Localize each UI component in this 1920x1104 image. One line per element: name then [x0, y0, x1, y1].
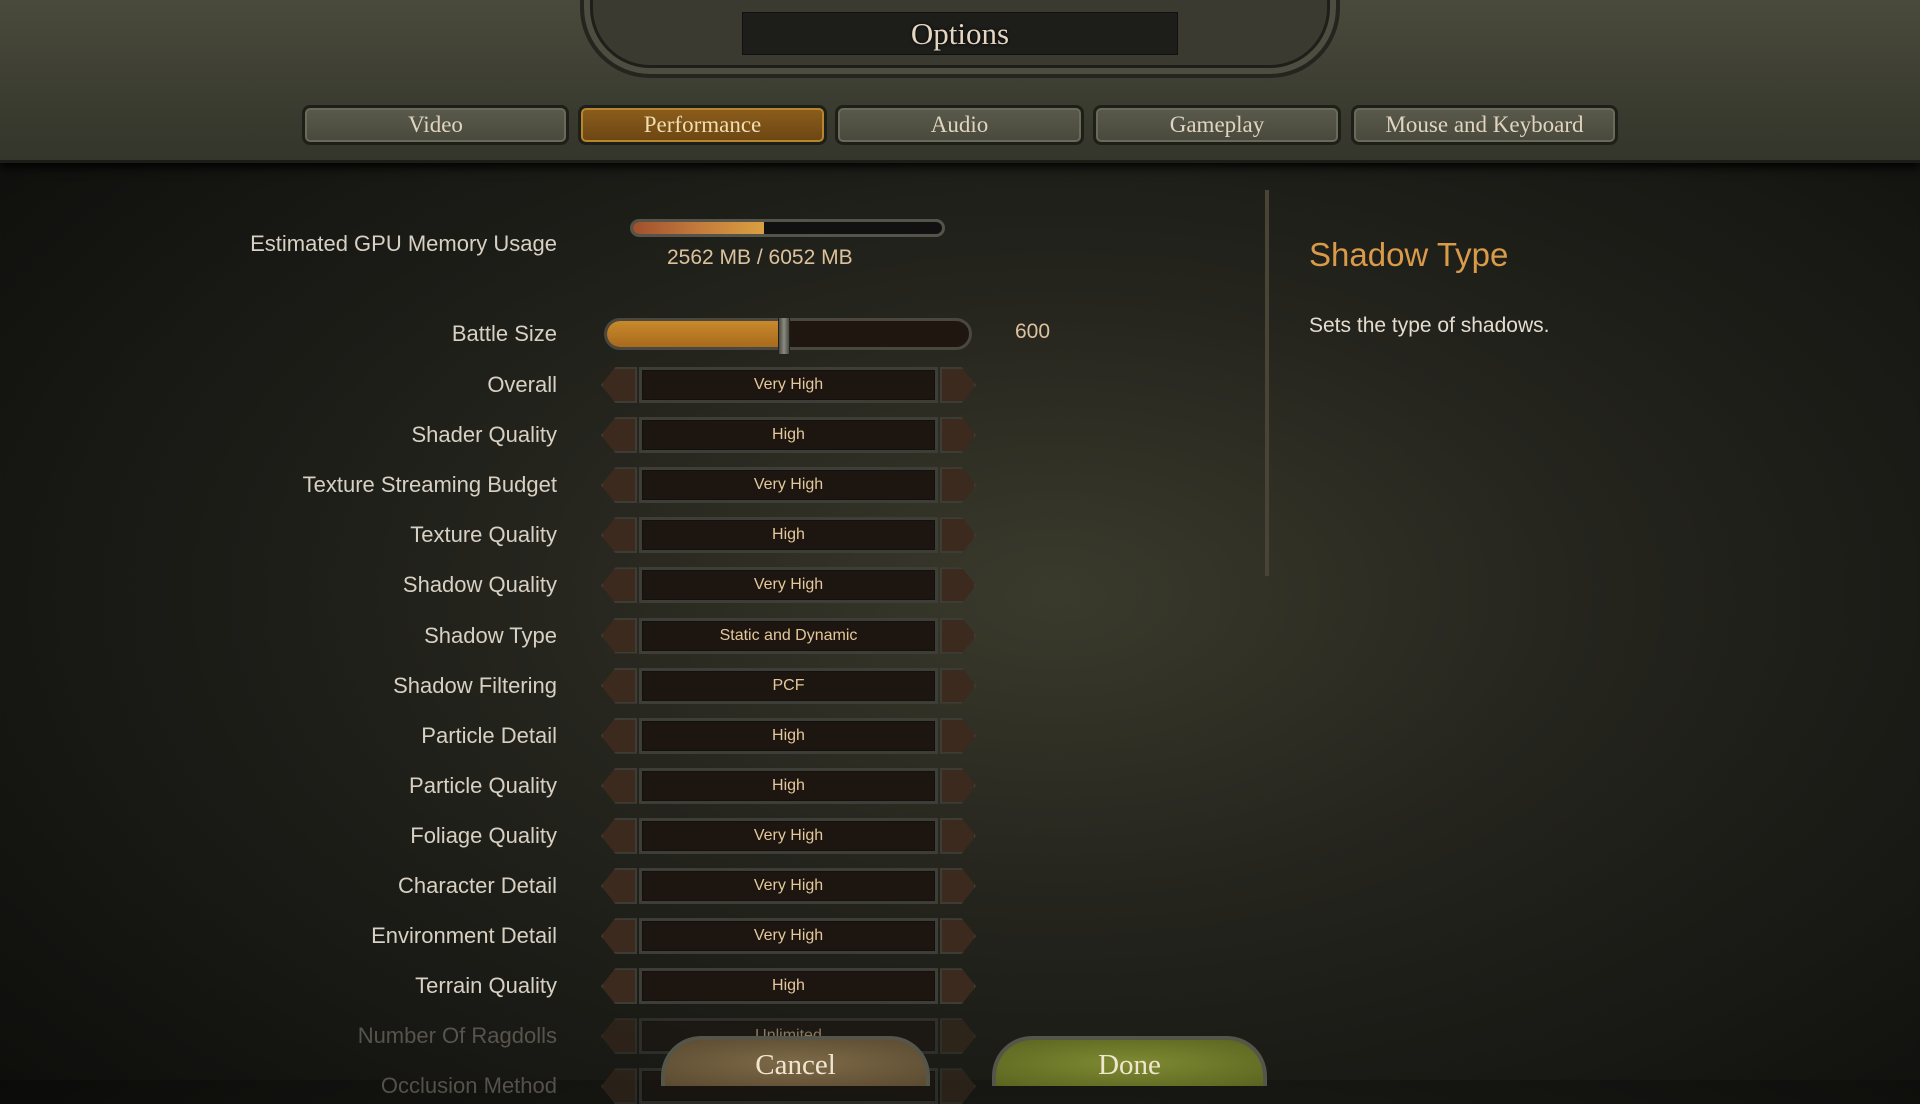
next-arrow-icon[interactable] — [940, 918, 976, 955]
next-arrow-icon[interactable] — [940, 968, 976, 1005]
battle-size-slider[interactable] — [604, 317, 972, 355]
setting-label: Environment Detail — [371, 923, 557, 949]
previous-arrow-icon[interactable] — [601, 467, 637, 504]
previous-arrow-icon[interactable] — [601, 1018, 637, 1055]
next-arrow-icon[interactable] — [940, 767, 976, 804]
setting-value: Very High — [639, 918, 938, 955]
previous-arrow-icon[interactable] — [601, 617, 637, 654]
setting-label: Shader Quality — [411, 422, 557, 448]
tab-video[interactable]: Video — [302, 105, 569, 145]
previous-arrow-icon[interactable] — [601, 517, 637, 554]
next-arrow-icon[interactable] — [940, 817, 976, 854]
setting-label: Overall — [487, 372, 557, 397]
gpu-memory-label: Estimated GPU Memory Usage — [250, 231, 557, 256]
setting-value: Very High — [639, 868, 938, 904]
cancel-button[interactable]: Cancel — [661, 1036, 930, 1086]
next-arrow-icon[interactable] — [940, 717, 976, 754]
previous-arrow-icon[interactable] — [601, 567, 637, 604]
battle-size-label: Battle Size — [451, 321, 557, 346]
page-title: Options — [742, 12, 1178, 55]
previous-arrow-icon[interactable] — [601, 367, 637, 403]
setting-value: Very High — [639, 467, 938, 504]
gpu-memory-bar — [630, 219, 945, 237]
setting-value: High — [639, 717, 938, 754]
tab-performance[interactable]: Performance — [578, 105, 827, 145]
next-arrow-icon[interactable] — [940, 367, 976, 403]
setting-label: Texture Streaming Budget — [302, 472, 557, 498]
previous-arrow-icon[interactable] — [601, 817, 637, 854]
setting-value: High — [639, 968, 938, 1005]
next-arrow-icon[interactable] — [940, 868, 976, 904]
tab-mouse-and-keyboard[interactable]: Mouse and Keyboard — [1351, 105, 1618, 145]
setting-label: Texture Quality — [410, 522, 557, 548]
next-arrow-icon[interactable] — [940, 667, 976, 704]
tab-gameplay[interactable]: Gameplay — [1093, 105, 1341, 145]
setting-value: High — [639, 767, 938, 804]
previous-arrow-icon[interactable] — [601, 717, 637, 754]
previous-arrow-icon[interactable] — [601, 667, 637, 704]
setting-value: PCF — [639, 667, 938, 704]
header: Options Video Performance Audio Gameplay… — [0, 0, 1920, 163]
setting-label: Particle Detail — [421, 722, 557, 748]
setting-label: Character Detail — [398, 873, 557, 898]
setting-label: Foliage Quality — [410, 822, 557, 848]
gpu-memory-text: 2562 MB / 6052 MB — [667, 246, 853, 269]
setting-label: Number Of Ragdolls — [357, 1023, 557, 1049]
divider — [1265, 190, 1269, 576]
setting-value: High — [639, 417, 938, 454]
next-arrow-icon[interactable] — [940, 417, 976, 454]
next-arrow-icon[interactable] — [940, 1018, 976, 1055]
battle-size-value: 600 — [1015, 320, 1051, 343]
gpu-memory-fill — [633, 222, 764, 234]
setting-value: Very High — [639, 567, 938, 604]
next-arrow-icon[interactable] — [940, 1068, 976, 1104]
previous-arrow-icon[interactable] — [601, 968, 637, 1005]
tab-audio[interactable]: Audio — [835, 105, 1084, 145]
setting-label: Terrain Quality — [415, 973, 557, 999]
previous-arrow-icon[interactable] — [601, 918, 637, 955]
setting-label: Shadow Filtering — [393, 672, 557, 698]
next-arrow-icon[interactable] — [940, 467, 976, 504]
info-description: Sets the type of shadows. — [1309, 314, 1550, 337]
setting-value: Very High — [639, 817, 938, 854]
setting-label: Shadow Quality — [402, 572, 557, 598]
setting-label: Occlusion Method — [380, 1073, 557, 1099]
battle-size-fill — [607, 321, 785, 347]
next-arrow-icon[interactable] — [940, 567, 976, 604]
done-button[interactable]: Done — [992, 1036, 1267, 1086]
setting-label: Particle Quality — [409, 772, 557, 798]
battle-size-thumb[interactable] — [778, 317, 791, 355]
previous-arrow-icon[interactable] — [601, 1068, 637, 1104]
next-arrow-icon[interactable] — [940, 517, 976, 554]
previous-arrow-icon[interactable] — [601, 417, 637, 454]
next-arrow-icon[interactable] — [940, 617, 976, 654]
info-title: Shadow Type — [1309, 236, 1509, 273]
setting-value: Very High — [639, 367, 938, 403]
setting-label: Shadow Type — [424, 622, 557, 648]
previous-arrow-icon[interactable] — [601, 767, 637, 804]
previous-arrow-icon[interactable] — [601, 868, 637, 904]
setting-value: High — [639, 517, 938, 554]
setting-value: Static and Dynamic — [639, 617, 938, 654]
